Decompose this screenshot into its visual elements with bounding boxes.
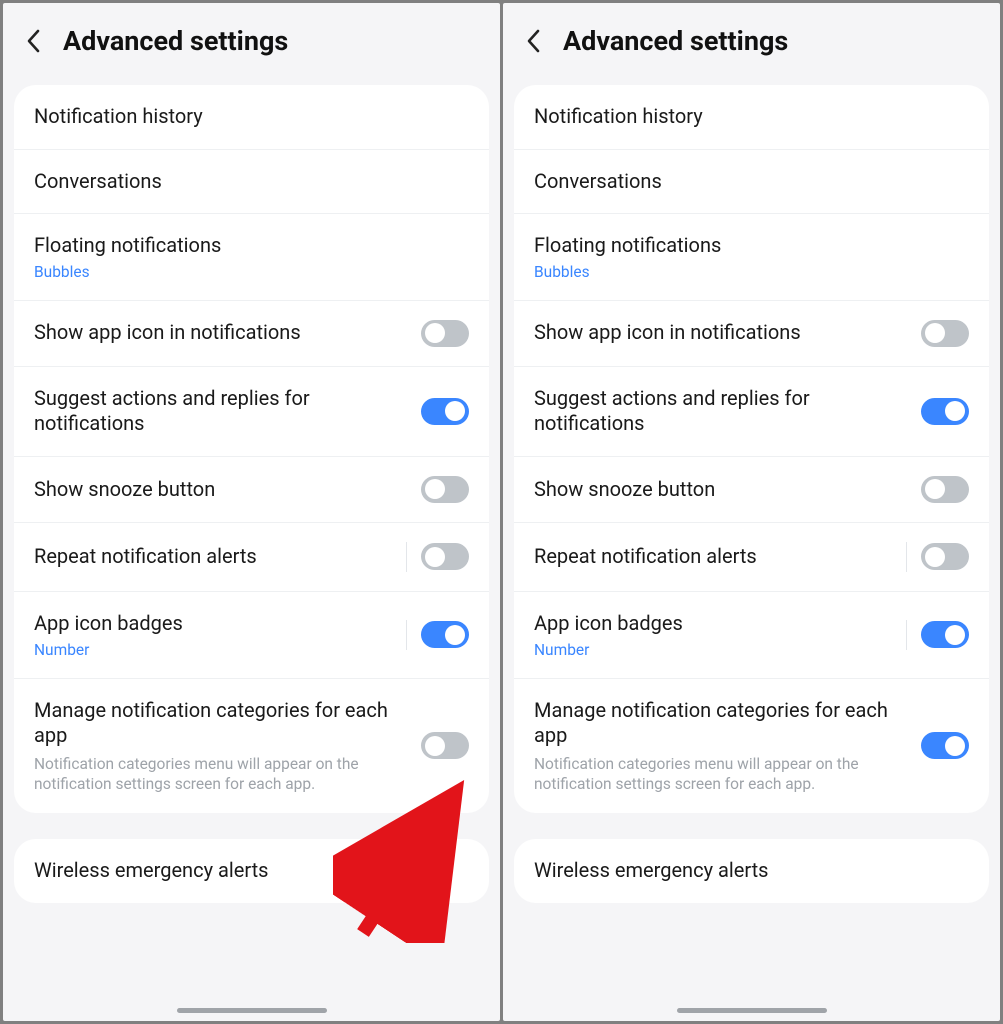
page-title: Advanced settings [563,25,788,57]
row-suggest-actions[interactable]: Suggest actions and replies for notifica… [514,367,989,457]
toggle-app-icon-badges[interactable] [421,621,469,648]
back-icon[interactable] [525,28,543,54]
toggle-suggest-actions[interactable] [921,398,969,425]
label: Show app icon in notifications [34,320,407,346]
settings-card-emergency: Wireless emergency alerts [514,839,989,903]
label: App icon badges [34,611,396,637]
sublabel: Bubbles [534,263,969,281]
row-manage-categories[interactable]: Manage notification categories for each … [14,679,489,813]
row-wireless-emergency-alerts[interactable]: Wireless emergency alerts [514,839,989,903]
label: Conversations [34,169,469,195]
row-app-icon-badges[interactable]: App icon badges Number [514,592,989,679]
row-wireless-emergency-alerts[interactable]: Wireless emergency alerts [14,839,489,903]
row-show-app-icon[interactable]: Show app icon in notifications [14,301,489,367]
separator [906,542,907,572]
label: Floating notifications [534,233,969,259]
row-show-snooze[interactable]: Show snooze button [514,457,989,523]
settings-card-main: Notification history Conversations Float… [14,85,489,813]
toggle-manage-categories[interactable] [421,732,469,759]
label: Manage notification categories for each … [34,698,407,749]
header: Advanced settings [3,3,500,85]
row-floating-notifications[interactable]: Floating notifications Bubbles [514,214,989,301]
toggle-repeat-alerts[interactable] [921,543,969,570]
separator [406,620,407,650]
row-manage-categories[interactable]: Manage notification categories for each … [514,679,989,813]
label: Notification history [34,104,469,130]
toggle-show-app-icon[interactable] [421,320,469,347]
separator [906,620,907,650]
row-suggest-actions[interactable]: Suggest actions and replies for notifica… [14,367,489,457]
label: Repeat notification alerts [34,544,396,570]
page-title: Advanced settings [63,25,288,57]
toggle-repeat-alerts[interactable] [421,543,469,570]
sublabel: Number [34,641,396,659]
home-indicator[interactable] [677,1008,827,1013]
sublabel: Number [534,641,896,659]
toggle-show-app-icon[interactable] [921,320,969,347]
label: Suggest actions and replies for notifica… [34,386,407,437]
row-notification-history[interactable]: Notification history [14,85,489,150]
row-floating-notifications[interactable]: Floating notifications Bubbles [14,214,489,301]
sublabel: Bubbles [34,263,469,281]
label: Wireless emergency alerts [34,858,469,884]
row-conversations[interactable]: Conversations [14,150,489,215]
settings-card-main: Notification history Conversations Float… [514,85,989,813]
label: Show app icon in notifications [534,320,907,346]
label: Repeat notification alerts [534,544,896,570]
settings-card-emergency: Wireless emergency alerts [14,839,489,903]
toggle-show-snooze[interactable] [421,476,469,503]
toggle-show-snooze[interactable] [921,476,969,503]
separator [406,542,407,572]
description: Notification categories menu will appear… [34,754,407,794]
label: Floating notifications [34,233,469,259]
row-conversations[interactable]: Conversations [514,150,989,215]
label: Show snooze button [534,477,907,503]
label: Wireless emergency alerts [534,858,969,884]
label: Suggest actions and replies for notifica… [534,386,907,437]
label: Notification history [534,104,969,130]
panel-left: Advanced settings Notification history C… [3,3,500,1021]
description: Notification categories menu will appear… [534,754,907,794]
row-notification-history[interactable]: Notification history [514,85,989,150]
home-indicator[interactable] [177,1008,327,1013]
label: App icon badges [534,611,896,637]
toggle-app-icon-badges[interactable] [921,621,969,648]
panel-right: Advanced settings Notification history C… [503,3,1000,1021]
row-repeat-alerts[interactable]: Repeat notification alerts [514,523,989,592]
header: Advanced settings [503,3,1000,85]
toggle-manage-categories[interactable] [921,732,969,759]
toggle-suggest-actions[interactable] [421,398,469,425]
label: Show snooze button [34,477,407,503]
label: Conversations [534,169,969,195]
label: Manage notification categories for each … [534,698,907,749]
row-show-snooze[interactable]: Show snooze button [14,457,489,523]
row-show-app-icon[interactable]: Show app icon in notifications [514,301,989,367]
row-app-icon-badges[interactable]: App icon badges Number [14,592,489,679]
back-icon[interactable] [25,28,43,54]
row-repeat-alerts[interactable]: Repeat notification alerts [14,523,489,592]
